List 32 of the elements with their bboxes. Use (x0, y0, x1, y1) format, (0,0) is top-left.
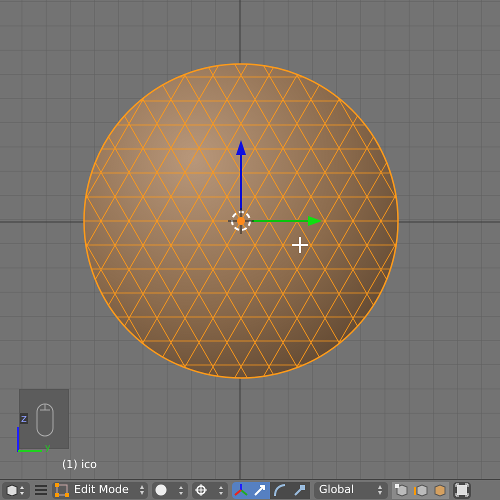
spinner-arrows-icon (377, 484, 383, 496)
axis-gizmo-icon (16, 426, 44, 454)
edit-mode-icon (55, 483, 69, 497)
translate-manipulator-button[interactable] (250, 482, 270, 498)
mode-dropdown[interactable]: Edit Mode (52, 482, 148, 498)
mouse-icon (35, 402, 55, 438)
face-select-icon (432, 483, 447, 497)
edge-select-icon (413, 483, 428, 497)
orientation-dropdown[interactable]: Global (314, 482, 388, 498)
scale-manipulator-button[interactable] (290, 482, 310, 498)
scale-icon (293, 483, 307, 497)
rotate-manipulator-button[interactable] (270, 482, 290, 498)
manipulator-y-arrow-icon (252, 216, 322, 226)
pivot-dropdown[interactable] (192, 482, 228, 498)
spinner-arrows-icon (139, 484, 145, 496)
axis-label: y (45, 442, 50, 455)
object-label: (1) ico (62, 457, 97, 473)
translate-icon (253, 483, 267, 497)
manipulator-toggle[interactable] (232, 482, 250, 498)
axes-icon (234, 483, 248, 497)
axis-label: z (20, 413, 28, 424)
edge-select-button[interactable] (411, 482, 430, 498)
vertex-select-button[interactable] (392, 482, 411, 498)
3d-cursor-icon (228, 208, 254, 234)
editor-type-button[interactable] (2, 482, 30, 498)
occlude-toggle[interactable] (453, 482, 471, 498)
vertex-select-icon (394, 483, 409, 497)
menu-icon[interactable] (34, 484, 48, 496)
crosshair-icon (291, 236, 309, 254)
shading-dropdown[interactable] (152, 482, 188, 498)
rotate-icon (273, 483, 287, 497)
manipulator-z-arrow-icon (236, 140, 246, 210)
